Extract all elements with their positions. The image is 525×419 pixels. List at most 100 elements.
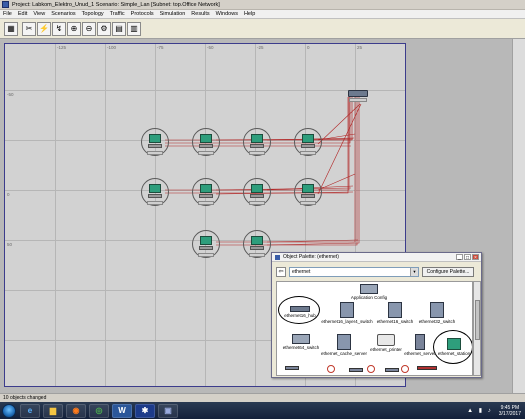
- palette-item-ethernet16-layer4-switch[interactable]: ethernet16_layer4_switch: [321, 302, 373, 324]
- close-icon[interactable]: ×: [472, 254, 479, 261]
- recover-icon[interactable]: ↯: [52, 21, 66, 36]
- palette-item-ethernet-server[interactable]: ethernet_server: [404, 334, 436, 356]
- menu-results[interactable]: Results: [191, 11, 209, 17]
- menu-traffic[interactable]: Traffic: [110, 11, 125, 17]
- annotation-circle: [327, 365, 335, 373]
- workstation-node[interactable]: [243, 230, 271, 260]
- tray-icons[interactable]: ▲ ▮ ♪: [467, 407, 493, 414]
- node-label: [249, 151, 265, 155]
- chevron-down-icon[interactable]: ▼: [410, 268, 418, 276]
- keyboard-icon: [301, 144, 315, 148]
- workstation-node[interactable]: [192, 178, 220, 208]
- palette-controls-row: ⇦ ethernet ▼ Configure Palette...: [276, 266, 479, 278]
- word-icon[interactable]: W: [112, 403, 132, 418]
- annotation-circle: [278, 296, 320, 324]
- menu-file[interactable]: File: [3, 11, 12, 17]
- menu-scenarios[interactable]: Scenarios: [51, 11, 75, 17]
- palette-item-ethernet32-switch[interactable]: ethernet32_switch: [417, 302, 457, 324]
- workstation-node[interactable]: [141, 128, 169, 158]
- palette-icon[interactable]: ▦: [4, 21, 18, 36]
- palette-item-application-config[interactable]: Application Config: [339, 284, 399, 300]
- status-text: 10 objects changed: [3, 395, 47, 401]
- scrollbar-thumb[interactable]: [475, 300, 480, 340]
- palette-item-partial[interactable]: [417, 366, 437, 370]
- menu-help[interactable]: Help: [244, 11, 255, 17]
- switch-icon: [292, 334, 310, 344]
- configure-palette-button[interactable]: Configure Palette...: [422, 267, 474, 277]
- app-icon[interactable]: ▣: [158, 403, 178, 418]
- keyboard-icon: [148, 144, 162, 148]
- palette-item-partial[interactable]: [349, 368, 363, 372]
- menu-edit[interactable]: Edit: [18, 11, 27, 17]
- title-bar: Project: Labkom_Elektro_Unud_1 Scenario:…: [0, 0, 525, 10]
- keyboard-icon: [250, 194, 264, 198]
- palette-title: Object Palette: (ethernet): [283, 254, 339, 260]
- workstation-node[interactable]: [192, 128, 220, 158]
- vertical-scrollbar[interactable]: [512, 39, 525, 393]
- view-results-icon[interactable]: ▤: [112, 21, 126, 36]
- app-icon: [2, 1, 9, 8]
- server-icon: [415, 334, 425, 350]
- menu-protocols[interactable]: Protocols: [131, 11, 154, 17]
- palette-item-ethernet16-switch[interactable]: ethernet16_switch: [375, 302, 415, 324]
- keyboard-icon: [250, 246, 264, 250]
- hide-graphs-icon[interactable]: ▥: [127, 21, 141, 36]
- ie-icon[interactable]: e: [20, 403, 40, 418]
- palette-title-bar: Object Palette: (ethernet) _ □ ×: [272, 253, 481, 262]
- workstation-node[interactable]: [294, 178, 322, 208]
- node-label: [198, 151, 214, 155]
- workstation-node[interactable]: [294, 128, 322, 158]
- configure-sim-icon[interactable]: ⚙: [97, 21, 111, 36]
- cut-link-icon[interactable]: ✂: [22, 21, 36, 36]
- menu-bar: File Edit View Scenarios Topology Traffi…: [0, 10, 525, 19]
- menu-windows[interactable]: Windows: [216, 11, 238, 17]
- menu-simulation[interactable]: Simulation: [160, 11, 186, 17]
- chrome-icon[interactable]: ◎: [89, 403, 109, 418]
- palette-item-ethernet-printer[interactable]: ethernet_printer: [369, 334, 403, 352]
- node-label: [147, 151, 163, 155]
- palette-scrollbar[interactable]: [473, 281, 481, 376]
- switch-icon: [430, 302, 444, 318]
- clock[interactable]: 9:45 PM 3/17/2017: [499, 405, 521, 417]
- switch-icon: [340, 302, 354, 318]
- keyboard-icon: [199, 194, 213, 198]
- workstation-node[interactable]: [243, 128, 271, 158]
- monitor-icon: [149, 134, 161, 143]
- node-label: [300, 151, 316, 155]
- back-arrow-icon[interactable]: ⇦: [276, 267, 286, 277]
- palette-icon: [275, 254, 280, 260]
- palette-filter-value: ethernet: [292, 269, 311, 275]
- cache-server-icon: [337, 334, 351, 350]
- opnet-window: Project: Labkom_Elektro_Unud_1 Scenario:…: [0, 0, 525, 419]
- menu-view[interactable]: View: [33, 11, 45, 17]
- maximize-icon[interactable]: □: [464, 254, 471, 261]
- config-icon: [360, 284, 378, 294]
- palette-item-partial[interactable]: [285, 366, 299, 370]
- firefox-icon[interactable]: ◉: [66, 403, 86, 418]
- node-label: [249, 253, 265, 257]
- menu-topology[interactable]: Topology: [82, 11, 104, 17]
- annotation-circle: [367, 365, 375, 373]
- zoom-out-icon[interactable]: ⊖: [82, 21, 96, 36]
- annotation-circle: [433, 330, 472, 364]
- zoom-in-icon[interactable]: ⊕: [67, 21, 81, 36]
- ethernet-hub-node[interactable]: [348, 90, 368, 97]
- opnet-icon[interactable]: ✱: [135, 403, 155, 418]
- palette-item-ethernet-cache-server[interactable]: ethernet_cache_server: [321, 334, 367, 356]
- palette-item-grid: Application Config ethernet16_hub ethern…: [276, 281, 473, 376]
- monitor-icon: [200, 184, 212, 193]
- palette-item-ethernet64-switch[interactable]: ethernet64_switch: [281, 334, 321, 350]
- workstation-node[interactable]: [192, 230, 220, 260]
- palette-item-partial[interactable]: [385, 368, 399, 372]
- windows-taskbar: e ▆ ◉ ◎ W ✱ ▣ ▲ ▮ ♪ 9:45 PM 3/17/2017: [0, 402, 525, 419]
- workstation-node[interactable]: [141, 178, 169, 208]
- workstation-node[interactable]: [243, 178, 271, 208]
- keyboard-icon: [250, 144, 264, 148]
- palette-filter-select[interactable]: ethernet ▼: [289, 267, 419, 277]
- minimize-icon[interactable]: _: [456, 254, 463, 261]
- keyboard-icon: [199, 246, 213, 250]
- failure-icon[interactable]: ⚡: [37, 21, 51, 36]
- node-label: [249, 201, 265, 205]
- start-button[interactable]: [2, 403, 16, 418]
- explorer-icon[interactable]: ▆: [43, 403, 63, 418]
